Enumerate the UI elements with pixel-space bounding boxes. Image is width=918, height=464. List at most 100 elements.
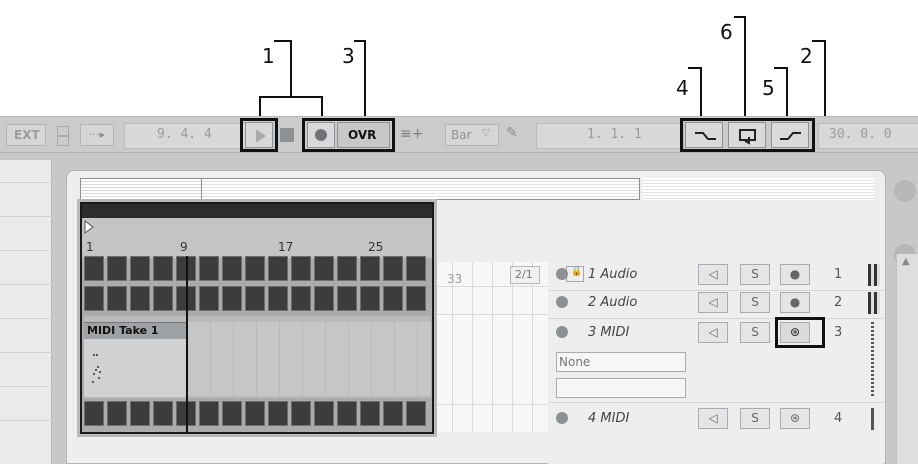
solo-button-2[interactable]: S — [740, 292, 770, 313]
punch-in-button[interactable] — [685, 122, 723, 148]
clip-slot[interactable] — [84, 256, 104, 281]
link-arrows-icon[interactable]: ···▸ — [80, 124, 114, 146]
solo-button-3[interactable]: S — [740, 322, 770, 343]
arrangement-position-value: 9. 4. 4 — [157, 127, 212, 142]
clip-slot[interactable] — [199, 286, 219, 311]
clip-slot[interactable] — [130, 401, 150, 426]
track-header-1[interactable]: 1 Audio — [552, 264, 692, 286]
loop-button[interactable] — [728, 122, 766, 148]
zoom-indicator[interactable]: 2/1 — [510, 266, 540, 284]
clip-slot[interactable] — [245, 401, 265, 426]
clip-slot[interactable] — [291, 256, 311, 281]
arm-icon: ● — [789, 267, 801, 281]
view-toggle-icon[interactable] — [894, 180, 916, 202]
track-activator-3[interactable]: ◁ — [698, 322, 728, 343]
record-icon — [315, 129, 327, 141]
meter-3 — [871, 322, 874, 398]
clip-slot[interactable] — [383, 256, 403, 281]
loop-position-value: 1. 1. 1 — [587, 127, 642, 142]
clip-slot[interactable] — [84, 286, 104, 311]
track-number-3: 3 — [834, 325, 843, 340]
track-activator-2[interactable]: ◁ — [698, 292, 728, 313]
meter-2 — [868, 292, 880, 314]
arm-button-3[interactable]: ⊛ — [780, 322, 810, 343]
clip-slot[interactable] — [199, 401, 219, 426]
clip-slot[interactable] — [153, 286, 173, 311]
clip-slot[interactable] — [84, 401, 104, 426]
clip-slot[interactable] — [222, 256, 242, 281]
midi-clip[interactable]: MIDI Take 1 — [84, 322, 188, 397]
clip-slot[interactable] — [268, 256, 288, 281]
overview-scroll-thumb[interactable] — [81, 179, 202, 199]
track-fold-icon[interactable] — [556, 296, 568, 308]
clip-slot[interactable] — [337, 286, 357, 311]
loop-length-value: 30. 0. 0 — [829, 127, 892, 142]
track-fold-icon[interactable] — [556, 412, 568, 424]
clip-slot[interactable] — [406, 286, 426, 311]
arrangement-position-display[interactable]: 9. 4. 4 — [124, 123, 254, 149]
clip-slot[interactable] — [383, 286, 403, 311]
loop-position-display[interactable]: 1. 1. 1 — [536, 123, 684, 149]
clip-slot[interactable] — [406, 256, 426, 281]
clip-slot[interactable] — [291, 286, 311, 311]
track-activator-4[interactable]: ◁ — [698, 408, 728, 429]
vertical-scrollbar[interactable]: ▲ — [896, 254, 918, 464]
clip-slot[interactable] — [314, 286, 334, 311]
clip-slot[interactable] — [383, 401, 403, 426]
input-channel-select[interactable] — [556, 378, 686, 398]
pencil-icon[interactable]: ✎ — [502, 124, 524, 146]
solo-button-4[interactable]: S — [740, 408, 770, 429]
quantize-select[interactable]: Bar ▽ — [445, 124, 499, 146]
loop-icon — [739, 129, 756, 145]
solo-button-1[interactable]: S — [740, 264, 770, 285]
track-header-3[interactable]: 3 MIDI — [552, 322, 692, 344]
clip-slot[interactable] — [130, 286, 150, 311]
arm-button-2[interactable]: ● — [780, 292, 810, 313]
clip-slot[interactable] — [337, 256, 357, 281]
arm-button-1[interactable]: ● — [780, 264, 810, 285]
track-header-4[interactable]: 4 MIDI — [552, 408, 692, 430]
overdub-button[interactable]: OVR — [337, 122, 390, 148]
play-button[interactable] — [245, 122, 273, 148]
clip-slot[interactable] — [314, 401, 334, 426]
arm-button-4[interactable]: ⊛ — [780, 408, 810, 429]
clip-slot[interactable] — [222, 401, 242, 426]
clip-slot[interactable] — [107, 401, 127, 426]
clip-slot[interactable] — [406, 401, 426, 426]
punch-out-button[interactable] — [771, 122, 809, 148]
ext-button[interactable]: EXT — [6, 124, 46, 146]
track-fold-icon[interactable] — [556, 326, 568, 338]
clip-slot[interactable] — [360, 256, 380, 281]
clip-slot[interactable] — [291, 401, 311, 426]
track-fold-icon[interactable] — [556, 268, 568, 280]
clip-slot[interactable] — [153, 256, 173, 281]
clip-slot[interactable] — [222, 286, 242, 311]
meter-1 — [868, 264, 880, 286]
clip-slot[interactable] — [153, 401, 173, 426]
clip-slot[interactable] — [130, 256, 150, 281]
loop-length-display[interactable]: 30. 0. 0 — [818, 123, 918, 149]
clip-slot[interactable] — [314, 256, 334, 281]
track-activator-1[interactable]: ◁ — [698, 264, 728, 285]
browser-rows — [0, 160, 52, 464]
clip-slot[interactable] — [360, 286, 380, 311]
track-header-2[interactable]: 2 Audio — [552, 292, 692, 314]
clip-window-playhead — [186, 256, 188, 432]
ruler-mark-17: 17 — [278, 240, 294, 254]
stop-button[interactable] — [280, 128, 294, 142]
clip-slot[interactable] — [245, 256, 265, 281]
input-type-select[interactable]: None — [556, 352, 686, 372]
scroll-up-icon[interactable]: ▲ — [902, 256, 910, 267]
clip-slot[interactable] — [337, 401, 357, 426]
record-button[interactable] — [307, 122, 335, 148]
track-number-1: 1 — [834, 267, 843, 282]
clip-slot[interactable] — [107, 256, 127, 281]
clip-slot[interactable] — [360, 401, 380, 426]
overview-strip[interactable] — [80, 178, 640, 200]
clip-slot[interactable] — [107, 286, 127, 311]
clip-slot[interactable] — [268, 401, 288, 426]
back-to-arrangement-icon[interactable]: ≡+ — [397, 124, 429, 146]
clip-slot[interactable] — [268, 286, 288, 311]
clip-slot[interactable] — [199, 256, 219, 281]
clip-slot[interactable] — [245, 286, 265, 311]
